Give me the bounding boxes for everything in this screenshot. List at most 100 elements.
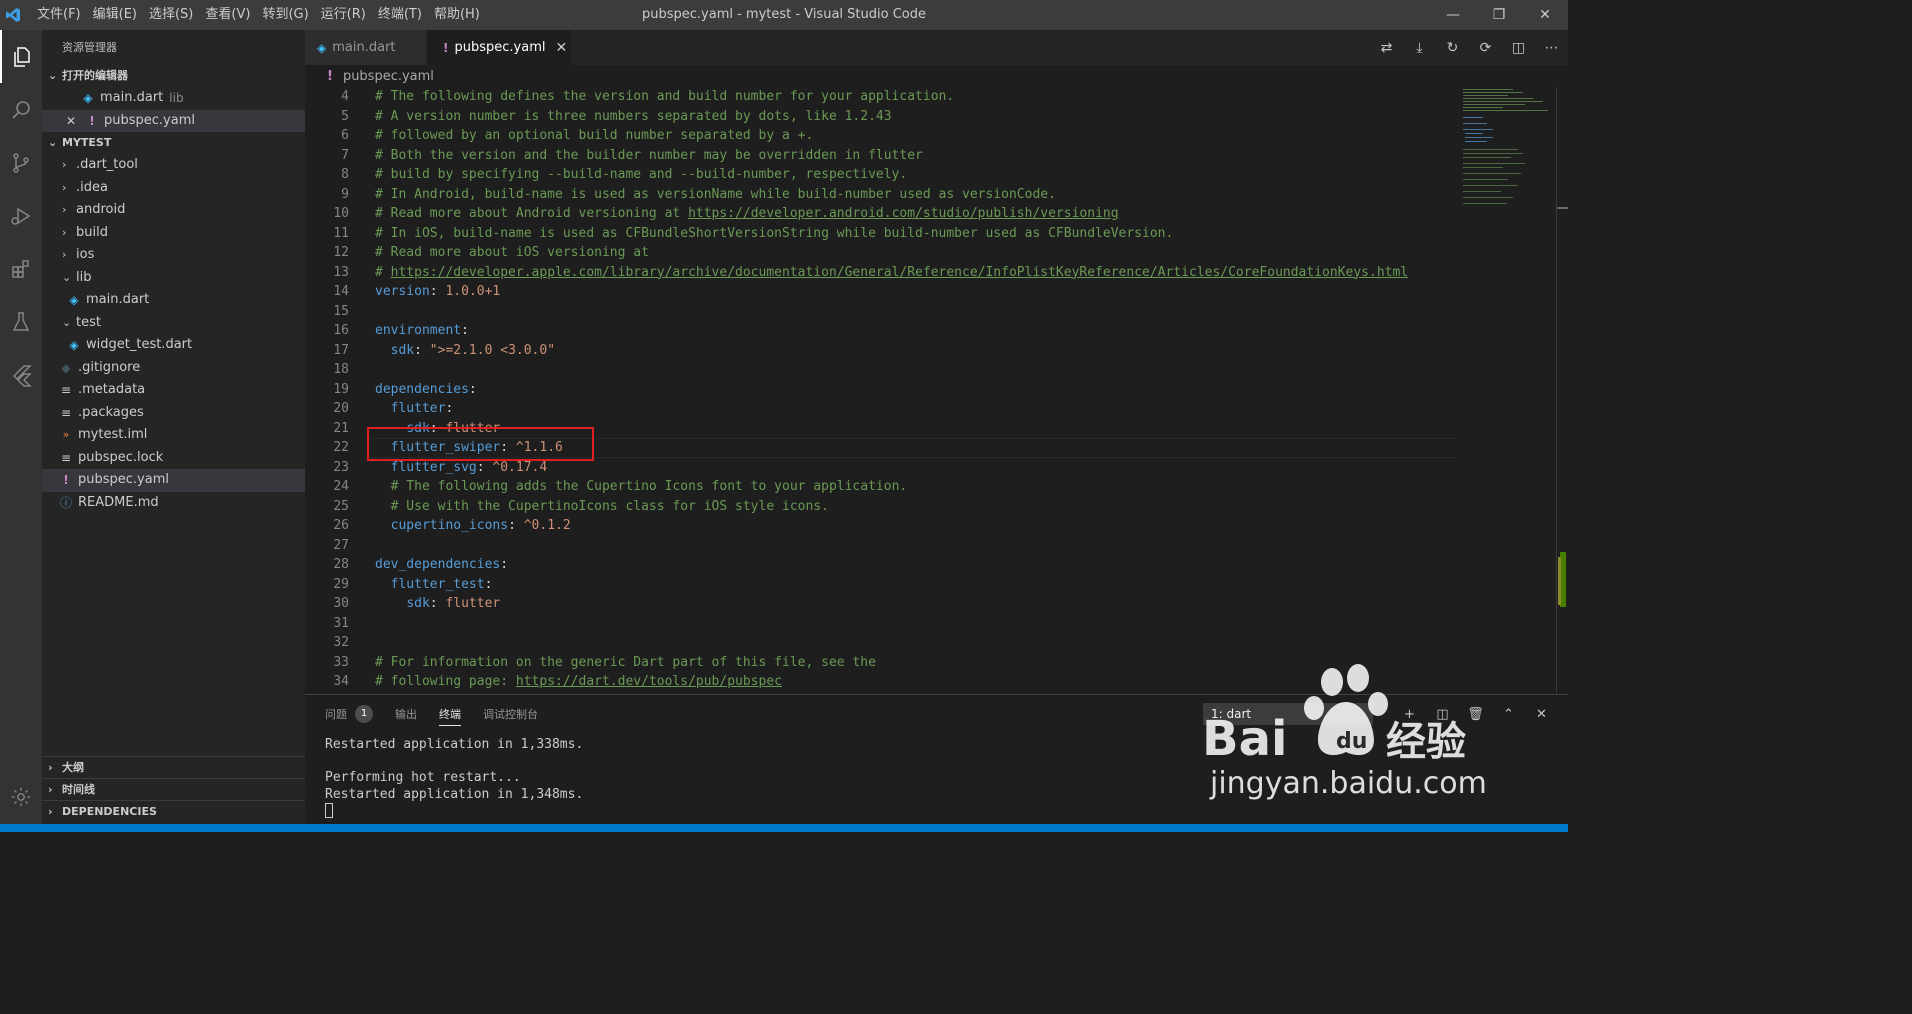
code-line: 24 # The following adds the Cupertino Ic…	[305, 477, 1455, 497]
project-header[interactable]: ⌄ MYTEST	[42, 132, 305, 154]
tree-item-metadata[interactable]: ≡ .metadata	[42, 379, 305, 402]
menu-run[interactable]: 运行(R)	[315, 0, 372, 30]
line-number: 22	[333, 440, 349, 455]
menu-selection[interactable]: 选择(S)	[143, 0, 199, 30]
tree-item-readme[interactable]: ⓘ README.md	[42, 492, 305, 515]
sync-icon[interactable]: ↻	[1436, 40, 1469, 56]
open-editor-desc: lib	[169, 91, 184, 105]
close-icon[interactable]: ✕	[62, 110, 80, 133]
trash-icon[interactable]: 🗑	[1459, 707, 1492, 722]
menu-go[interactable]: 转到(G)	[256, 0, 314, 30]
line-number: 10	[333, 206, 349, 221]
editor-tab-bar: ◈ main.dart ! pubspec.yaml ✕ ⇄ ⤓ ↻ ⟳ ◫ ⋯	[305, 30, 1568, 65]
menu-view[interactable]: 查看(V)	[199, 0, 256, 30]
xml-file-icon: »	[62, 428, 70, 441]
dependencies-header[interactable]: › DEPENDENCIES	[42, 800, 305, 822]
minimize-button[interactable]: —	[1430, 0, 1476, 30]
code-line: 17 sdk: ">=2.1.0 <3.0.0"	[305, 341, 1455, 361]
tree-item-build[interactable]: › build	[42, 222, 305, 245]
line-number: 5	[341, 108, 349, 124]
testing-flask-icon[interactable]	[0, 295, 42, 348]
open-changes-icon[interactable]: ⇄	[1370, 40, 1403, 56]
tree-label: pubspec.yaml	[78, 472, 169, 487]
tree-label: .metadata	[78, 382, 146, 397]
problems-count-badge: 1	[355, 705, 373, 723]
settings-gear-icon[interactable]	[0, 782, 42, 812]
open-editor-item[interactable]: ✕ ! pubspec.yaml	[42, 109, 305, 133]
run-debug-icon[interactable]	[0, 189, 42, 242]
split-editor-icon[interactable]: ◫	[1502, 40, 1535, 56]
menu-terminal[interactable]: 终端(T)	[372, 0, 428, 30]
bottom-panel: 问题 1 输出 终端 调试控制台 1: dart + ◫ 🗑 ⌃ ✕ Resta…	[305, 694, 1568, 824]
line-number: 21	[333, 420, 349, 436]
chevron-down-icon: ⌄	[48, 69, 58, 82]
editor-scrollbar[interactable]	[1556, 87, 1568, 694]
tree-item-widget-test[interactable]: ◈ widget_test.dart	[42, 334, 305, 357]
line-content: # Read more about Android versioning at …	[375, 206, 1119, 221]
tab-terminal[interactable]: 终端	[439, 702, 461, 726]
line-number: 16	[333, 323, 349, 338]
menu-file[interactable]: 文件(F)	[31, 0, 87, 30]
tree-item-main-dart[interactable]: ◈ main.dart	[42, 289, 305, 312]
open-editors-header[interactable]: ⌄ 打开的编辑器	[42, 65, 305, 87]
search-icon[interactable]	[0, 83, 42, 136]
line-number: 31	[333, 615, 349, 631]
tree-item-pubspec-yaml[interactable]: ! pubspec.yaml	[42, 469, 305, 492]
menu-edit[interactable]: 编辑(E)	[87, 0, 143, 30]
terminal-output[interactable]: Restarted application in 1,338ms. Perfor…	[325, 737, 583, 820]
more-actions-icon[interactable]: ⋯	[1535, 40, 1568, 56]
breadcrumb[interactable]: ! pubspec.yaml	[305, 65, 1568, 87]
tab-debug-console[interactable]: 调试控制台	[483, 706, 538, 722]
tab-pubspec-yaml[interactable]: ! pubspec.yaml ✕	[427, 30, 572, 65]
extensions-icon[interactable]	[0, 242, 42, 295]
chevron-right-icon: ›	[62, 158, 67, 171]
flutter-icon[interactable]	[0, 348, 42, 401]
maximize-panel-icon[interactable]: ⌃	[1492, 707, 1525, 722]
line-content: # The following defines the version and …	[375, 89, 955, 104]
yaml-file-icon: !	[89, 113, 95, 128]
tree-item-mytest-iml[interactable]: » mytest.iml	[42, 424, 305, 447]
code-editor[interactable]: 4 # The following defines the version and…	[305, 87, 1568, 694]
tree-item-packages[interactable]: ≡ .packages	[42, 402, 305, 425]
line-content: # The following adds the Cupertino Icons…	[390, 479, 908, 494]
source-control-icon[interactable]	[0, 136, 42, 189]
tree-label: .packages	[78, 404, 144, 420]
tree-item-lib[interactable]: ⌄ lib	[42, 267, 305, 290]
tree-label: main.dart	[86, 292, 150, 307]
tree-item-idea[interactable]: › .idea	[42, 177, 305, 200]
tree-item-android[interactable]: › android	[42, 199, 305, 222]
line-content: dependencies:	[375, 381, 485, 397]
tree-item-ios[interactable]: › ios	[42, 244, 305, 267]
outline-header[interactable]: › 大纲	[42, 756, 305, 778]
project-label: MYTEST	[62, 136, 112, 149]
text-file-icon: ≡	[60, 405, 72, 420]
tree-item-pubspec-lock[interactable]: ≡ pubspec.lock	[42, 447, 305, 470]
new-terminal-icon[interactable]: +	[1393, 707, 1426, 722]
tab-problems[interactable]: 问题 1	[325, 705, 373, 723]
dart-file-icon: ◈	[69, 338, 79, 352]
code-line: 15	[305, 302, 1455, 322]
chevron-right-icon: ›	[62, 203, 67, 216]
tree-item-test[interactable]: ⌄ test	[42, 312, 305, 335]
split-terminal-icon[interactable]: ◫	[1426, 707, 1459, 722]
minimap[interactable]	[1459, 87, 1559, 217]
close-window-button[interactable]: ✕	[1522, 0, 1568, 30]
close-tab-icon[interactable]: ✕	[555, 40, 567, 56]
line-number: 24	[333, 479, 349, 494]
terminal-select[interactable]: 1: dart	[1203, 703, 1373, 725]
tab-main-dart[interactable]: ◈ main.dart	[305, 30, 427, 65]
refresh-icon[interactable]: ⟳	[1469, 40, 1502, 56]
download-icon[interactable]: ⤓	[1403, 40, 1436, 56]
close-panel-icon[interactable]: ✕	[1525, 707, 1558, 722]
restore-button[interactable]: ❐	[1476, 0, 1522, 30]
tab-output[interactable]: 输出	[395, 706, 417, 722]
tree-item-dart-tool[interactable]: › .dart_tool	[42, 154, 305, 177]
timeline-header[interactable]: › 时间线	[42, 778, 305, 800]
chevron-right-icon: ›	[48, 782, 53, 796]
dart-file-icon: ◈	[69, 293, 79, 307]
open-editor-item[interactable]: ◈ main.dart lib	[42, 87, 305, 110]
explorer-icon[interactable]	[0, 30, 42, 83]
tree-item-gitignore[interactable]: ◆ .gitignore	[42, 357, 305, 380]
tab-label: pubspec.yaml	[454, 40, 546, 55]
menu-help[interactable]: 帮助(H)	[428, 0, 486, 30]
